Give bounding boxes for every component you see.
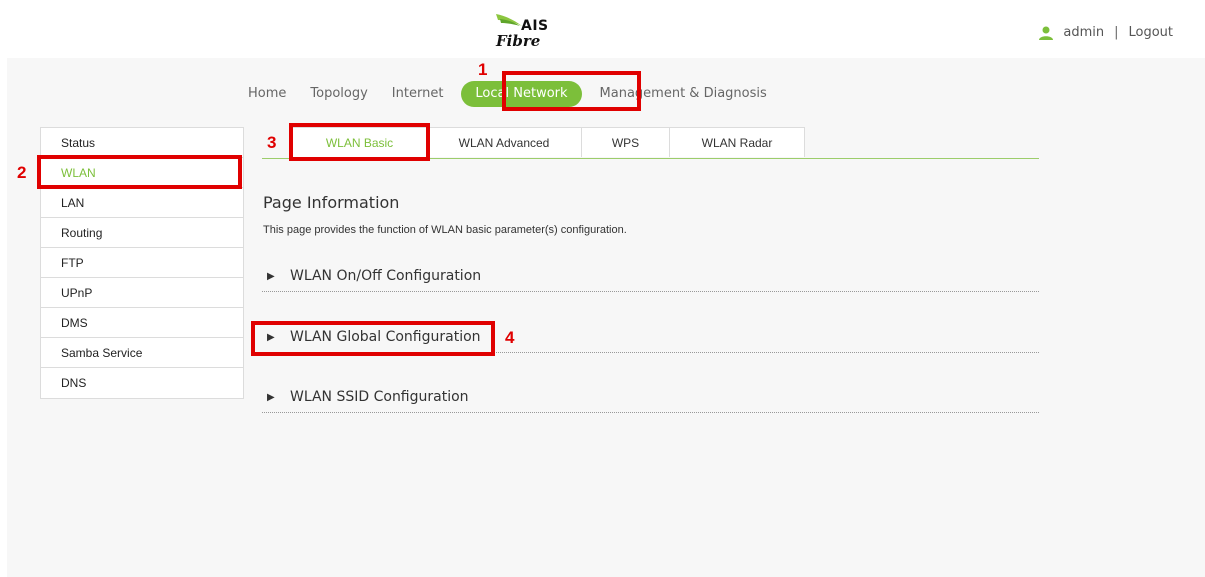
highlight-box-4 — [251, 321, 495, 356]
sidebar-item-samba-service[interactable]: Samba Service — [41, 338, 243, 368]
sidebar-item-routing[interactable]: Routing — [41, 218, 243, 248]
annotation-number-3: 3 — [267, 133, 277, 152]
sidebar-item-ftp[interactable]: FTP — [41, 248, 243, 278]
nav-topology[interactable]: Topology — [298, 81, 379, 107]
highlight-box-3 — [289, 123, 430, 161]
nav-home[interactable]: Home — [236, 81, 298, 107]
sidebar-item-upnp[interactable]: UPnP — [41, 278, 243, 308]
top-bar: AIS Fibre admin | Logout — [0, 0, 1205, 58]
highlight-box-1 — [502, 71, 641, 111]
triangle-right-icon: ▶ — [267, 392, 275, 403]
sidebar-item-dns[interactable]: DNS — [41, 368, 243, 398]
page-info-title: Page Information — [263, 193, 400, 212]
tab-wlan-advanced[interactable]: WLAN Advanced — [426, 127, 582, 157]
sidebar-item-dms[interactable]: DMS — [41, 308, 243, 338]
user-area: admin | Logout — [1039, 25, 1173, 40]
section-label: WLAN SSID Configuration — [290, 389, 469, 405]
triangle-right-icon: ▶ — [267, 271, 275, 282]
annotation-number-1: 1 — [478, 60, 488, 79]
tab-wlan-radar[interactable]: WLAN Radar — [669, 127, 805, 157]
sidebar-item-lan[interactable]: LAN — [41, 188, 243, 218]
annotation-number-4: 4 — [505, 328, 515, 347]
section-wlan-onoff[interactable]: ▶ WLAN On/Off Configuration — [262, 265, 1039, 292]
logout-link[interactable]: Logout — [1128, 25, 1173, 40]
annotation-number-2: 2 — [17, 163, 27, 182]
separator: | — [1114, 25, 1119, 40]
swoosh-logo-icon — [496, 14, 522, 26]
page-info-description: This page provides the function of WLAN … — [263, 224, 627, 236]
username: admin — [1063, 25, 1105, 40]
section-wlan-ssid[interactable]: ▶ WLAN SSID Configuration — [262, 386, 1039, 413]
user-icon — [1039, 26, 1054, 40]
highlight-box-2 — [37, 155, 242, 189]
section-label: WLAN On/Off Configuration — [290, 268, 482, 284]
logo-text-fibre: Fibre — [496, 32, 541, 50]
ais-fibre-logo[interactable]: AIS Fibre — [496, 10, 566, 50]
tab-wps[interactable]: WPS — [581, 127, 670, 157]
sidebar-item-status[interactable]: Status — [41, 128, 243, 158]
nav-internet[interactable]: Internet — [380, 81, 456, 107]
